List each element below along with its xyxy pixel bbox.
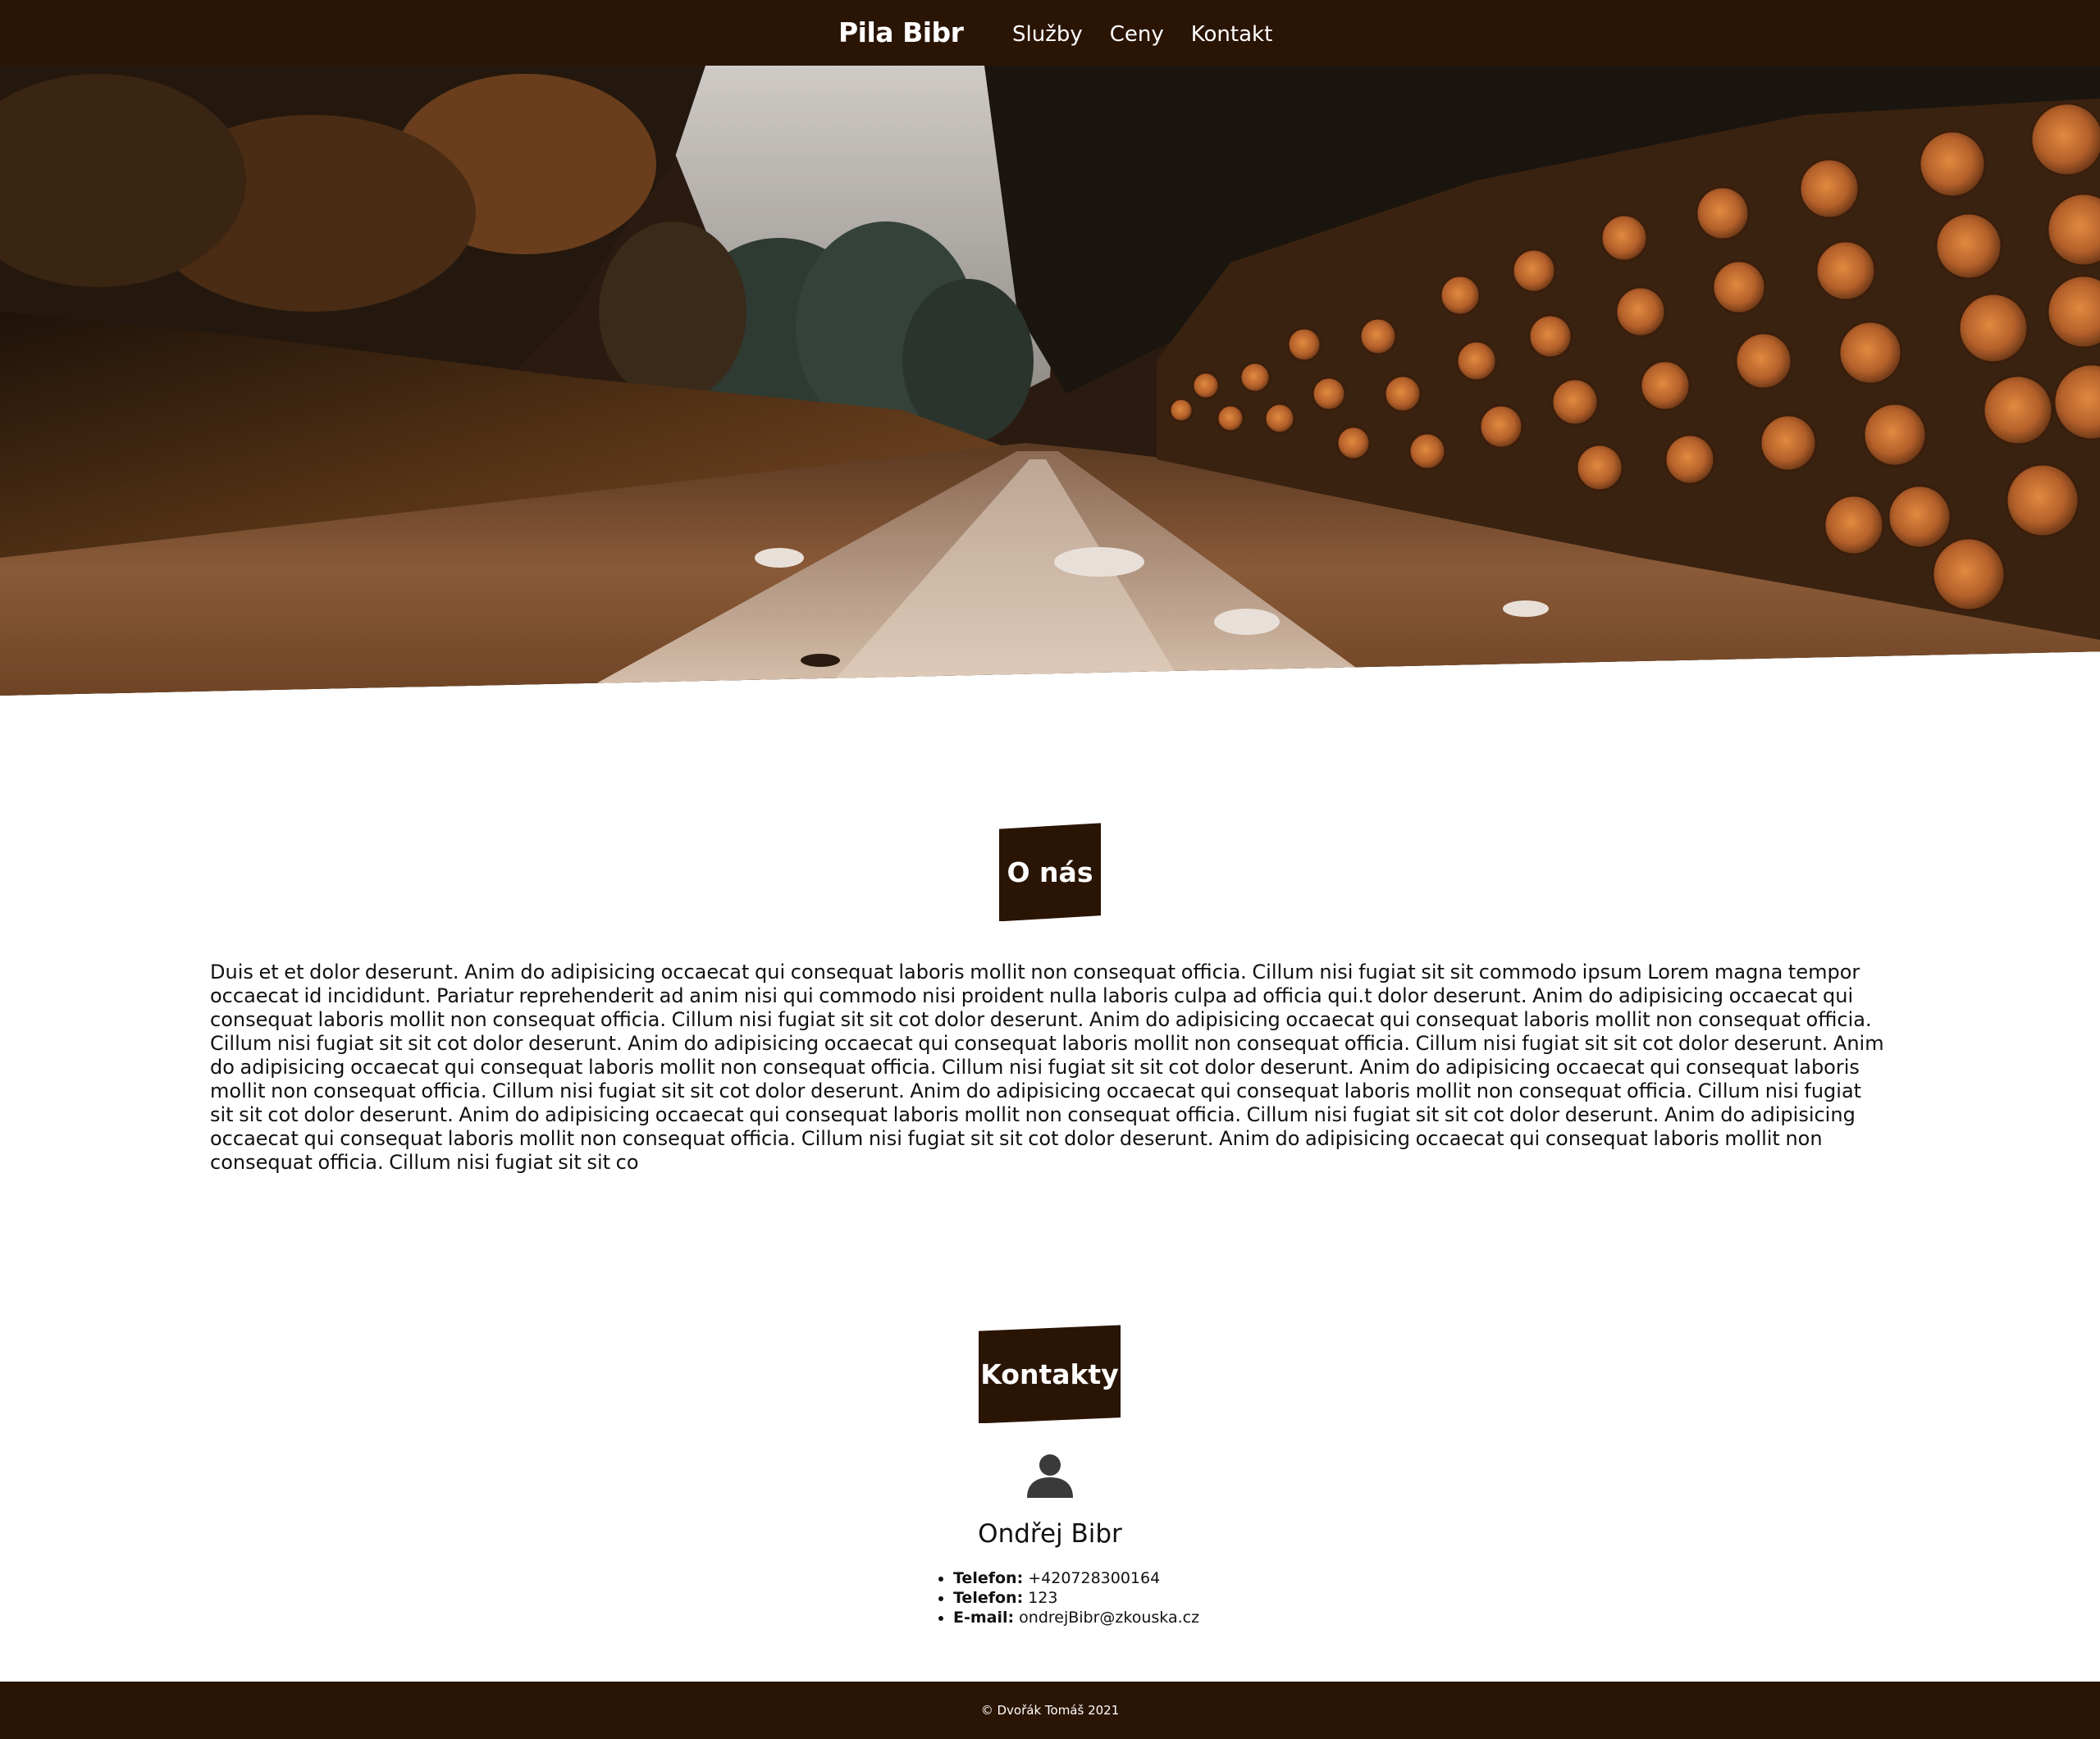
nav-link-kontakt[interactable]: Kontakt (1191, 18, 1273, 51)
forest-road-photo (0, 66, 2100, 696)
contact-value: ondrejBibr@zkouska.cz (1019, 1609, 1200, 1627)
about-text: Duis et et dolor deserunt. Anim do adipi… (210, 961, 1884, 1174)
brand-logo[interactable]: Pila Bibr (838, 15, 964, 51)
contact-name: Ondřej Bibr (978, 1519, 1122, 1549)
footer: © Dvořák Tomáš 2021 (0, 1682, 2100, 1739)
footer-copyright: © Dvořák Tomáš 2021 (980, 1703, 1120, 1718)
contact-value: 123 (1028, 1589, 1058, 1607)
about-title: O nás (999, 823, 1101, 922)
contact-label: Telefon: (953, 1569, 1024, 1587)
contact-value: +420728300164 (1028, 1569, 1161, 1587)
navbar: Pila Bibr Služby Ceny Kontakt (0, 0, 2100, 66)
user-icon (1027, 1454, 1073, 1498)
contact-item-phone-1: Telefon: +420728300164 (953, 1568, 1199, 1588)
nav-link-ceny[interactable]: Ceny (1110, 18, 1164, 51)
nav-link-sluzby[interactable]: Služby (1012, 18, 1083, 51)
contact-label: Telefon: (953, 1589, 1024, 1607)
nav-links: Služby Ceny Kontakt (1012, 18, 1272, 51)
contact-list: Telefon: +420728300164 Telefon: 123 E-ma… (937, 1568, 1199, 1627)
contact-label: E-mail: (953, 1609, 1015, 1627)
contacts-title: Kontakty (979, 1325, 1121, 1424)
contact-item-email: E-mail: ondrejBibr@zkouska.cz (953, 1608, 1199, 1627)
contact-item-phone-2: Telefon: 123 (953, 1588, 1199, 1608)
hero-image (0, 66, 2100, 696)
